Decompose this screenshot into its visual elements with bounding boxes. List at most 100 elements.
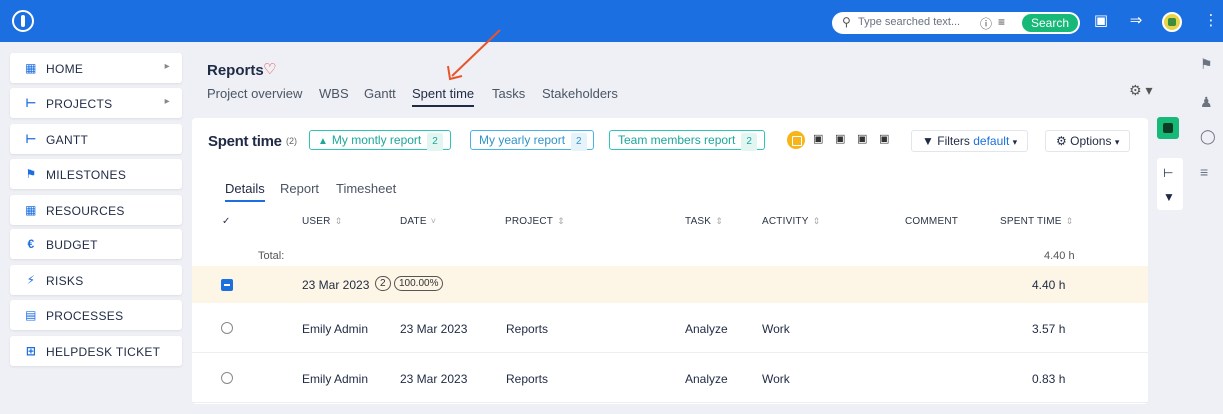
column-header-task[interactable]: TASK ⇕: [685, 216, 723, 227]
sort-icon: ⇕: [715, 216, 723, 226]
calendar-range-icon[interactable]: ▣: [879, 132, 889, 145]
euro-icon: €: [27, 237, 35, 251]
cell-project: Reports: [506, 372, 549, 386]
sidebar-item-projects[interactable]: ⊢ PROJECTS ▸: [10, 88, 182, 118]
group-percent-badge: 100.00%: [394, 276, 444, 291]
saved-query-count: 2: [571, 133, 587, 151]
search-box[interactable]: ⚲ Type searched text... ⓘ ≡ Search: [832, 12, 1080, 34]
process-icon: ▤: [25, 308, 37, 322]
spent-time-card: Spent time (2) ▲ My montly report 2 My yea…: [192, 118, 1148, 404]
sidebar-item-processes[interactable]: ▤ PROCESSES: [10, 300, 182, 330]
tab-gantt[interactable]: Gantt: [364, 86, 396, 101]
flag-icon: ⚑: [25, 167, 37, 181]
tab-stakeholders[interactable]: Stakeholders: [542, 86, 618, 101]
tab-spent-time[interactable]: Spent time: [412, 86, 475, 107]
cell-activity: Work: [762, 322, 790, 336]
column-label: SPENT TIME: [1000, 216, 1062, 227]
flag-icon[interactable]: ⚑: [1200, 56, 1213, 73]
options-button[interactable]: ⚙ Options ▾: [1045, 130, 1131, 152]
user-icon: ▲: [318, 136, 328, 147]
tab-project-overview[interactable]: Project overview: [207, 86, 302, 101]
sidebar-item-label: MILESTONES: [46, 168, 127, 182]
saved-query-monthly[interactable]: ▲ My montly report 2: [309, 130, 451, 151]
sidebar-item-risks[interactable]: ⚡ RISKS: [10, 265, 182, 295]
app-logo[interactable]: [12, 10, 34, 32]
total-value: 4.40 h: [1044, 250, 1075, 262]
card-title: Spent time: [208, 133, 282, 150]
grid-icon: ▦: [25, 61, 37, 75]
group-sum: 4.40 h: [1032, 278, 1066, 292]
tab-wbs[interactable]: WBS: [319, 86, 349, 101]
help-icon[interactable]: ⓘ: [980, 15, 992, 32]
table-row[interactable]: Emily Admin 23 Mar 2023 Reports Analyze …: [192, 304, 1148, 353]
cell-activity: Work: [762, 372, 790, 386]
bolt-icon: ⚡: [26, 273, 36, 287]
saved-query-label: Team members report: [618, 133, 736, 147]
cell-task: Analyze: [685, 372, 728, 386]
select-all-check-icon[interactable]: ✓: [222, 216, 231, 227]
subtab-report[interactable]: Report: [280, 181, 319, 196]
search-button[interactable]: Search: [1022, 14, 1078, 32]
filters-button[interactable]: ▼ Filters default ▾: [911, 130, 1029, 152]
group-date: 23 Mar 2023: [302, 278, 370, 292]
sidebar-item-home[interactable]: ▦ HOME ▸: [10, 53, 182, 83]
column-label: ACTIVITY: [762, 216, 809, 227]
gantt-icon: ⊢: [25, 132, 37, 146]
plus-icon: ⊞: [25, 344, 37, 358]
column-label: PROJECT: [505, 216, 554, 227]
column-header-user[interactable]: USER ⇕: [302, 216, 342, 227]
row-select-radio[interactable]: [221, 372, 233, 384]
calendar-week-icon[interactable]: ▣: [813, 132, 823, 145]
subtab-details[interactable]: Details: [225, 181, 265, 202]
calendar-today-icon[interactable]: [787, 131, 805, 149]
lightbulb-icon[interactable]: ◯: [1200, 128, 1216, 145]
cell-task: Analyze: [685, 322, 728, 336]
calendar-icon[interactable]: ▣: [1090, 10, 1112, 32]
column-header-spent-time[interactable]: SPENT TIME ⇕: [1000, 216, 1073, 227]
search-input[interactable]: Type searched text...: [858, 16, 960, 28]
checklist-icon[interactable]: ≡: [1200, 164, 1208, 180]
sidebar-item-gantt[interactable]: ⊢ GANTT: [10, 124, 182, 154]
tab-tasks[interactable]: Tasks: [492, 86, 525, 101]
logout-icon[interactable]: ⇒: [1125, 10, 1147, 32]
add-entry-button[interactable]: [1157, 117, 1179, 139]
chevron-right-icon: ▸: [164, 96, 170, 107]
table-row[interactable]: Emily Admin 23 Mar 2023 Reports Analyze …: [192, 354, 1148, 403]
group-count-badge: 2: [375, 276, 391, 291]
saved-query-count: 2: [741, 133, 757, 151]
cell-date: 23 Mar 2023: [400, 322, 468, 336]
page-title: Reports: [207, 62, 264, 79]
search-icon: ⚲: [842, 15, 851, 29]
sidebar-item-label: GANTT: [46, 133, 89, 147]
row-select-radio[interactable]: [221, 322, 233, 334]
top-bar: ⚲ Type searched text... ⓘ ≡ Search ▣ ⇒ ⋮: [0, 0, 1223, 42]
calendar-month-icon[interactable]: ▣: [835, 132, 845, 145]
group-checkbox[interactable]: [221, 279, 233, 291]
sidebar-item-label: HOME: [46, 62, 84, 76]
total-label: Total:: [258, 250, 285, 262]
saved-query-team[interactable]: Team members report 2: [609, 130, 765, 151]
column-header-date[interactable]: DATE ˅: [400, 216, 436, 227]
calendar-year-icon[interactable]: ▣: [857, 132, 867, 145]
favorite-heart-icon[interactable]: ♡: [263, 60, 276, 78]
group-row[interactable]: 23 Mar 2023 2 100.00% 4.40 h: [192, 266, 1148, 303]
avatar[interactable]: [1162, 12, 1182, 32]
subtab-timesheet[interactable]: Timesheet: [336, 181, 396, 196]
search-settings-icon[interactable]: ≡: [998, 15, 1005, 29]
user-search-icon[interactable]: ♟: [1200, 94, 1213, 111]
column-header-project[interactable]: PROJECT ⇕: [505, 216, 565, 227]
chevron-down-icon: ▾: [1114, 137, 1120, 147]
settings-gear-icon[interactable]: ⚙ ▾: [1129, 82, 1152, 99]
column-label: USER: [302, 216, 331, 227]
sidebar-item-budget[interactable]: € BUDGET: [10, 229, 182, 259]
sidebar-item-resources[interactable]: ▦ RESOURCES: [10, 195, 182, 225]
sidebar-item-milestones[interactable]: ⚑ MILESTONES: [10, 159, 182, 189]
sidebar-item-label: RESOURCES: [46, 204, 125, 218]
more-menu-icon[interactable]: ⋮: [1200, 10, 1222, 32]
column-header-activity[interactable]: ACTIVITY ⇕: [762, 216, 820, 227]
tree-view-icon[interactable]: ⊢: [1163, 166, 1173, 180]
cell-spent-time: 3.57 h: [1032, 322, 1066, 336]
filter-funnel-icon[interactable]: ▼: [1163, 190, 1175, 204]
saved-query-yearly[interactable]: My yearly report 2: [470, 130, 595, 151]
sidebar-item-helpdesk-ticket[interactable]: ⊞ HELPDESK TICKET: [10, 336, 182, 366]
